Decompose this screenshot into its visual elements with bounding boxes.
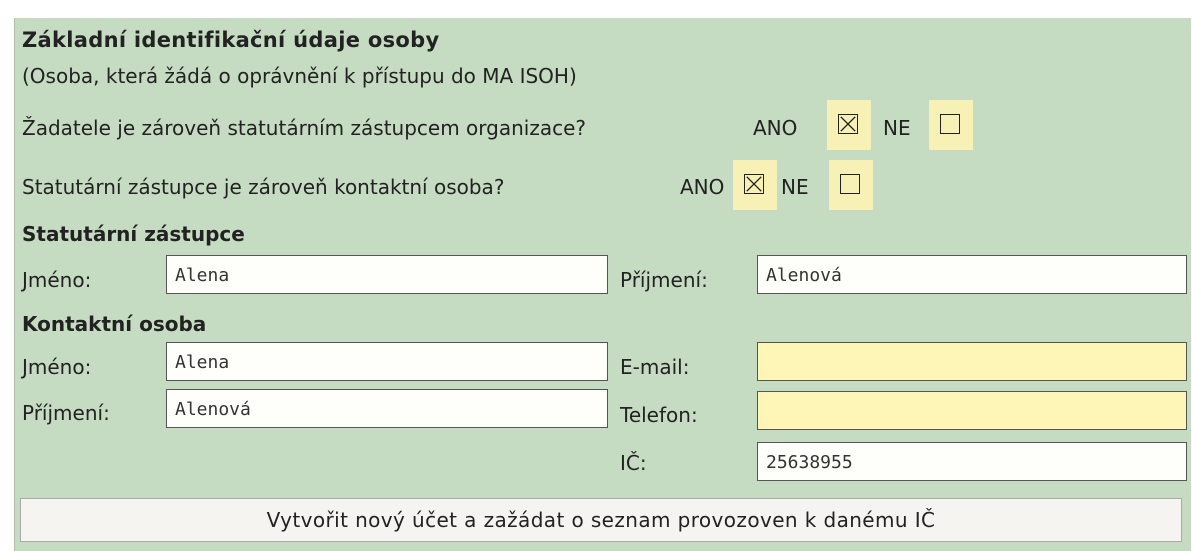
statutory-last-name-label: Příjmení: <box>620 268 708 292</box>
unchecked-box-icon <box>840 174 860 194</box>
section-title-statutory: Statutární zástupce <box>22 222 245 246</box>
checked-box-icon <box>838 114 858 134</box>
contact-first-name-field[interactable]: Alena <box>166 342 608 381</box>
statutory-last-name-field[interactable]: Alenová <box>757 255 1187 294</box>
checked-box-icon <box>744 174 764 194</box>
question-contact-no-label: NE <box>781 175 809 199</box>
question-statutory-yes-checkbox[interactable] <box>827 100 871 150</box>
contact-phone-label: Telefon: <box>620 403 698 427</box>
question-contact-yes-checkbox[interactable] <box>733 160 777 210</box>
contact-ic-field[interactable]: 25638955 <box>757 442 1187 481</box>
create-account-button[interactable]: Vytvořit nový účet a zažádat o seznam pr… <box>20 498 1182 542</box>
question-statutory-no-label: NE <box>883 116 911 140</box>
unchecked-box-icon <box>940 114 960 134</box>
question-contact-yes-label: ANO <box>680 175 725 199</box>
section-title-contact: Kontaktní osoba <box>22 312 207 336</box>
form-heading: Základní identifikační údaje osoby <box>22 28 440 52</box>
form-subheading: (Osoba, která žádá o oprávnění k přístup… <box>22 64 577 88</box>
question-statutory-no-checkbox[interactable] <box>929 100 973 150</box>
contact-first-name-label: Jméno: <box>22 355 92 379</box>
question-statutory-text: Žadatele je zároveň statutárním zástupce… <box>22 116 587 140</box>
contact-phone-field[interactable] <box>757 391 1187 430</box>
contact-email-field[interactable] <box>757 342 1187 381</box>
question-statutory-yes-label: ANO <box>753 116 798 140</box>
question-contact-text: Statutární zástupce je zároveň kontaktní… <box>22 175 505 199</box>
statutory-first-name-field[interactable]: Alena <box>166 255 608 294</box>
contact-ic-label: IČ: <box>620 451 647 475</box>
contact-last-name-field[interactable]: Alenová <box>166 389 608 428</box>
question-contact-no-checkbox[interactable] <box>829 160 873 210</box>
contact-email-label: E-mail: <box>620 355 690 379</box>
contact-last-name-label: Příjmení: <box>22 401 110 425</box>
statutory-first-name-label: Jméno: <box>22 268 92 292</box>
